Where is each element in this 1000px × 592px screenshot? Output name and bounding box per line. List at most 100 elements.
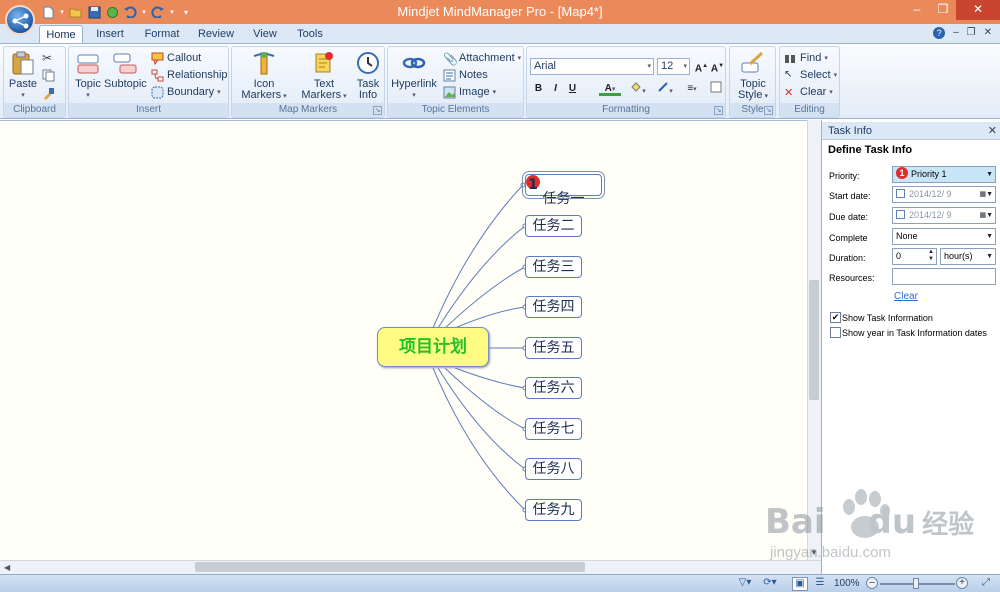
boundary-icon (151, 86, 164, 98)
priority-label: Priority: (829, 171, 860, 181)
topic-node-1[interactable]: 1 任务一 (522, 171, 605, 207)
image-icon (443, 86, 456, 98)
window-controls: – ❐ ✕ (904, 0, 1000, 20)
cut-icon[interactable]: ✂ (42, 51, 52, 65)
zoom-out-button[interactable]: – (866, 577, 878, 589)
map-view-icon[interactable]: ▣ (792, 577, 808, 591)
fit-map-icon[interactable]: ⤢ (978, 577, 994, 591)
doc-restore-icon[interactable]: ❐ (967, 27, 976, 39)
font-size-select[interactable]: 12 ▾ (657, 58, 690, 75)
priority-select[interactable]: 1 Priority 1 ▼ (892, 166, 996, 183)
duration-unit-select[interactable]: hour(s) ▼ (940, 248, 996, 265)
task-pane-header: Task Info ✕ (822, 122, 1000, 140)
attachment-button[interactable]: 📎 Attachment ▾ (443, 50, 521, 66)
due-date-picker[interactable]: 2014/12/ 9 ▦▼ (892, 207, 996, 224)
boundary-button[interactable]: Boundary ▾ (151, 84, 221, 100)
due-date-label: Due date: (829, 212, 869, 222)
scroll-left-icon[interactable]: ◀ (4, 563, 10, 572)
topic-node-4[interactable]: 任务四 (525, 296, 582, 318)
vertical-scroll-thumb[interactable] (809, 280, 819, 400)
minimize-button[interactable]: – (904, 0, 930, 20)
text-markers-button[interactable]: Text Markers ▾ (298, 50, 350, 102)
central-topic[interactable]: 项目计划 (377, 327, 489, 367)
topic-node-5[interactable]: 任务五 (525, 337, 582, 359)
doc-minimize-icon[interactable]: – (953, 27, 959, 39)
close-button[interactable]: ✕ (956, 0, 1000, 20)
start-date-picker[interactable]: 2014/12/ 9 ▦▼ (892, 186, 996, 203)
cursor-icon: ↖ (784, 68, 793, 80)
tab-home[interactable]: Home (39, 25, 83, 44)
topic-button[interactable]: Topic ▾ (71, 50, 105, 101)
shrink-font-button[interactable]: A▼ (710, 59, 725, 74)
callout-button[interactable]: Callout (151, 50, 201, 66)
priority-1-icon: 1 (526, 175, 540, 193)
outline-view-icon[interactable]: ☰ (812, 577, 828, 591)
show-year-label: Show year in Task Information dates (842, 328, 987, 338)
fill-color-button[interactable]: ▾ (627, 81, 649, 96)
clear-x-icon: ✕ (784, 86, 794, 99)
resources-input[interactable] (892, 268, 996, 285)
topic-node-6[interactable]: 任务六 (525, 377, 582, 399)
clear-task-info-link[interactable]: Clear (894, 291, 918, 302)
pane-close-icon[interactable]: ✕ (988, 122, 997, 140)
filter-icon[interactable]: ▽▾ (737, 577, 753, 591)
icon-markers-button[interactable]: Icon Markers ▾ (238, 50, 290, 102)
paste-dropdown-icon[interactable]: ▾ (7, 90, 39, 101)
zoom-in-button[interactable]: + (956, 577, 968, 589)
select-button[interactable]: ↖ Select ▾ (784, 67, 837, 83)
complete-label: Complete (829, 233, 868, 243)
line-color-button[interactable]: ▾ (654, 81, 676, 96)
notes-button[interactable]: Notes (443, 67, 488, 83)
topic-node-3[interactable]: 任务三 (525, 256, 582, 278)
start-date-checkbox[interactable] (896, 189, 905, 198)
help-icon[interactable]: ? (933, 27, 946, 39)
grow-font-button[interactable]: A▲ (694, 59, 709, 74)
italic-button[interactable]: I (548, 81, 563, 96)
tab-view[interactable]: View (247, 25, 283, 44)
subtopic-button[interactable]: Subtopic (104, 50, 147, 90)
style-group: Topic Style ▾ Style ↘ (729, 46, 776, 118)
calendar-dropdown-icon[interactable]: ▦▼ (979, 187, 993, 202)
find-button[interactable]: Find ▾ (784, 50, 828, 66)
topic-node-7[interactable]: 任务七 (525, 418, 582, 440)
underline-button[interactable]: U (565, 81, 580, 96)
topic-style-button[interactable]: Topic Style ▾ (733, 50, 773, 102)
font-color-button[interactable]: A▾ (599, 81, 621, 96)
topic-node-9[interactable]: 任务九 (525, 499, 582, 521)
application-menu-button[interactable] (5, 5, 35, 35)
due-date-checkbox[interactable] (896, 210, 905, 219)
formatting-launcher[interactable]: ↘ (714, 106, 723, 115)
paste-button[interactable]: Paste ▾ (7, 50, 39, 101)
icon-markers-icon (253, 51, 275, 75)
task-info-button[interactable]: Task Info (354, 50, 382, 101)
tab-format[interactable]: Format (139, 25, 185, 44)
copy-icon[interactable] (42, 69, 55, 85)
relationship-button[interactable]: Relationship (151, 67, 228, 83)
font-family-select[interactable]: Arial ▾ (530, 58, 654, 75)
tab-review[interactable]: Review (193, 25, 239, 44)
tab-insert[interactable]: Insert (89, 25, 131, 44)
format-painter-button[interactable] (708, 81, 723, 96)
horizontal-scroll-thumb[interactable] (195, 562, 585, 572)
sync-icon[interactable]: ⟳▾ (762, 577, 778, 591)
topic-node-2[interactable]: 任务二 (525, 215, 582, 237)
calendar-dropdown-icon[interactable]: ▦▼ (979, 208, 993, 223)
bold-button[interactable]: B (531, 81, 546, 96)
maximize-button[interactable]: ❐ (930, 0, 956, 20)
complete-select[interactable]: None ▼ (892, 228, 996, 245)
map-markers-launcher[interactable]: ↘ (373, 106, 382, 115)
hyperlink-button[interactable]: Hyperlink ▾ (390, 50, 438, 101)
tab-tools[interactable]: Tools (291, 25, 329, 44)
show-year-checkbox[interactable] (830, 327, 841, 338)
doc-close-icon[interactable]: ✕ (984, 27, 992, 39)
zoom-slider-thumb[interactable] (913, 578, 919, 589)
show-task-info-checkbox[interactable]: ✔ (830, 312, 841, 323)
duration-stepper[interactable]: 0 ▲ ▼ (892, 248, 937, 265)
align-button[interactable]: ≡▾ (681, 81, 703, 96)
style-launcher[interactable]: ↘ (764, 106, 773, 115)
format-painter-icon[interactable] (42, 87, 55, 103)
topic-node-8[interactable]: 任务八 (525, 458, 582, 480)
clear-button[interactable]: ✕ Clear ▾ (784, 84, 833, 100)
watermark-brand: Bai du 经验 (765, 502, 975, 542)
image-button[interactable]: Image ▾ (443, 84, 496, 100)
